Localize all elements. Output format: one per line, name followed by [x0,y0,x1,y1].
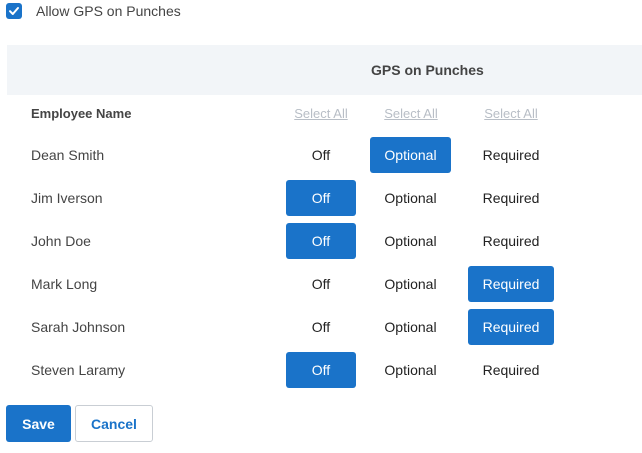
select-all-required[interactable]: Select All [466,106,556,121]
employee-name: John Doe [31,233,91,249]
option-optional-button[interactable]: Optional [370,352,451,388]
employee-name-column-header: Employee Name [31,106,132,121]
table-row: Sarah Johnson Off Optional Required [0,309,642,352]
option-required-button[interactable]: Required [468,223,554,259]
table-row: Dean Smith Off Optional Required [0,137,642,180]
option-off-button[interactable]: Off [286,223,356,259]
save-button[interactable]: Save [6,405,71,442]
employee-name: Steven Laramy [31,362,126,378]
select-all-off[interactable]: Select All [276,106,366,121]
option-off-button[interactable]: Off [286,266,356,302]
employee-name: Dean Smith [31,147,105,163]
allow-gps-row[interactable]: Allow GPS on Punches [6,0,181,22]
table-row: Jim Iverson Off Optional Required [0,180,642,223]
option-optional-button[interactable]: Optional [370,180,451,216]
allow-gps-checkbox[interactable] [6,3,22,19]
table-row: Mark Long Off Optional Required [0,266,642,309]
option-off-button[interactable]: Off [286,180,356,216]
option-off-button[interactable]: Off [286,352,356,388]
employee-name: Sarah Johnson [31,319,126,335]
option-required-button[interactable]: Required [468,137,554,173]
table-row: John Doe Off Optional Required [0,223,642,266]
allow-gps-label: Allow GPS on Punches [36,3,181,19]
option-off-button[interactable]: Off [286,309,356,345]
gps-section-title: GPS on Punches [371,62,484,78]
employee-name: Mark Long [31,276,98,292]
select-all-optional[interactable]: Select All [366,106,456,121]
option-off-button[interactable]: Off [286,137,356,173]
option-optional-button[interactable]: Optional [370,137,451,173]
checkmark-icon [9,7,19,15]
option-optional-button[interactable]: Optional [370,266,451,302]
employee-name: Jim Iverson [31,190,103,206]
option-required-button[interactable]: Required [468,266,554,302]
option-optional-button[interactable]: Optional [370,309,451,345]
option-required-button[interactable]: Required [468,309,554,345]
option-required-button[interactable]: Required [468,180,554,216]
option-optional-button[interactable]: Optional [370,223,451,259]
table-row: Steven Laramy Off Optional Required [0,352,642,395]
cancel-button[interactable]: Cancel [75,405,153,442]
table-header-band: GPS on Punches [7,45,642,95]
option-required-button[interactable]: Required [468,352,554,388]
